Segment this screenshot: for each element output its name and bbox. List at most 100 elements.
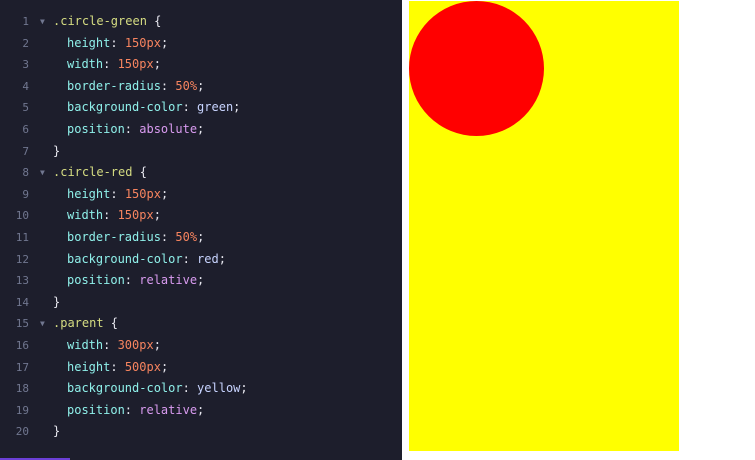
line-number: 7 <box>22 144 29 158</box>
code-token: height <box>67 359 111 374</box>
code-token: ; <box>197 78 205 93</box>
code-token: background-color <box>67 100 183 115</box>
code-token: : <box>103 208 118 223</box>
code-token: yellow <box>197 381 241 396</box>
fold-arrow-icon[interactable]: ▼ <box>40 11 45 33</box>
code-token: border-radius <box>67 78 161 93</box>
code-line[interactable]: 6 position: absolute; <box>0 119 402 141</box>
line-number: 20 <box>15 425 29 439</box>
code-line[interactable]: 19 position: relative; <box>0 400 402 422</box>
code-line[interactable]: 3 width: 150px; <box>0 54 402 76</box>
code-token: ; <box>153 57 161 72</box>
code-token: { <box>103 316 119 331</box>
code-line[interactable]: 13 position: relative; <box>0 270 402 292</box>
code-text: } <box>53 141 60 163</box>
code-line[interactable]: 18 background-color: yellow; <box>0 378 402 400</box>
code-token: width <box>67 337 104 352</box>
code-token: ; <box>197 121 205 136</box>
code-line[interactable]: 10 width: 150px; <box>0 205 402 227</box>
code-token: { <box>146 14 162 28</box>
code-token: : <box>160 78 176 93</box>
code-token: background-color <box>67 381 183 396</box>
code-token: green <box>197 100 234 115</box>
code-line[interactable]: 15 ▼ .parent { <box>0 313 402 335</box>
code-token: ; <box>240 381 248 396</box>
code-token: ; <box>197 273 205 288</box>
code-line[interactable]: 2 height: 150px; <box>0 33 402 55</box>
code-token: { <box>132 165 147 180</box>
code-token: 50% <box>175 229 198 244</box>
code-text: border-radius: 50%; <box>53 76 204 98</box>
code-text: border-radius: 50%; <box>53 227 204 249</box>
line-number: 14 <box>15 295 29 309</box>
code-token: position <box>67 402 125 417</box>
line-number: 1 <box>22 15 29 28</box>
code-token: ; <box>160 35 169 50</box>
code-token: } <box>53 424 61 439</box>
preview-red-circle <box>409 1 544 136</box>
code-text: .circle-green { <box>53 11 161 33</box>
code-line[interactable]: 20} <box>0 421 402 443</box>
preview-parent-box <box>409 1 679 451</box>
code-token: ; <box>153 337 161 352</box>
code-token: position <box>67 273 125 288</box>
code-token: : <box>103 57 118 72</box>
code-token: red <box>197 251 219 266</box>
code-token: : <box>103 337 118 352</box>
code-text: width: 300px; <box>53 335 161 357</box>
code-line[interactable]: 12 background-color: red; <box>0 249 402 271</box>
code-line[interactable]: 17 height: 500px; <box>0 357 402 379</box>
code-token: .parent <box>53 316 104 331</box>
code-text: height: 150px; <box>53 184 168 206</box>
code-line[interactable]: 1 ▼ .circle-green { <box>0 11 402 33</box>
line-number: 10 <box>15 209 29 223</box>
line-number: 8 <box>22 166 29 180</box>
code-token: 150px <box>117 57 154 72</box>
code-text: width: 150px; <box>53 205 161 227</box>
code-token: : <box>182 251 198 266</box>
code-token: : <box>110 35 125 50</box>
code-line[interactable]: 14} <box>0 292 402 314</box>
code-token: 50% <box>175 78 198 93</box>
line-number: 17 <box>15 360 29 374</box>
fold-arrow-icon[interactable]: ▼ <box>40 162 45 184</box>
code-token: ; <box>153 208 161 223</box>
line-number: 5 <box>22 101 29 115</box>
code-line[interactable]: 16 width: 300px; <box>0 335 402 357</box>
code-line[interactable]: 8 ▼ .circle-red { <box>0 162 402 184</box>
code-token: : <box>182 381 198 396</box>
code-text: height: 500px; <box>53 357 168 379</box>
code-line[interactable]: 5 background-color: green; <box>0 97 402 119</box>
code-text: } <box>53 421 60 443</box>
line-number: 4 <box>22 79 29 93</box>
line-number: 3 <box>22 58 29 72</box>
code-token: : <box>124 273 140 288</box>
code-token: 500px <box>124 359 161 374</box>
css-editor-panel[interactable]: 1 ▼ .circle-green {2 height: 150px; 3 width: … <box>0 0 402 460</box>
code-line[interactable]: 4 border-radius: 50%; <box>0 76 402 98</box>
line-number: 19 <box>15 403 29 417</box>
code-text: height: 150px; <box>53 33 168 55</box>
line-number: 9 <box>22 187 29 201</box>
code-text: .circle-red { <box>53 162 147 184</box>
code-token: } <box>53 143 61 158</box>
code-token: absolute <box>139 121 198 136</box>
code-token: height <box>67 186 111 201</box>
code-text: position: relative; <box>53 270 204 292</box>
code-token: border-radius <box>67 229 161 244</box>
code-token: 150px <box>124 186 161 201</box>
line-number: 11 <box>15 230 29 244</box>
fold-arrow-icon[interactable]: ▼ <box>40 313 45 335</box>
code-line[interactable]: 7} <box>0 141 402 163</box>
code-line[interactable]: 9 height: 150px; <box>0 184 402 206</box>
code-token: : <box>110 359 125 374</box>
code-token: relative <box>139 402 198 417</box>
line-number: 6 <box>22 122 29 136</box>
code-token: 150px <box>117 208 154 223</box>
code-lines[interactable]: 1 ▼ .circle-green {2 height: 150px; 3 width: … <box>0 11 402 443</box>
code-line[interactable]: 11 border-radius: 50%; <box>0 227 402 249</box>
code-token: : <box>160 229 176 244</box>
code-token: position <box>67 121 125 136</box>
code-token: ; <box>160 359 169 374</box>
code-token: height <box>67 35 111 50</box>
